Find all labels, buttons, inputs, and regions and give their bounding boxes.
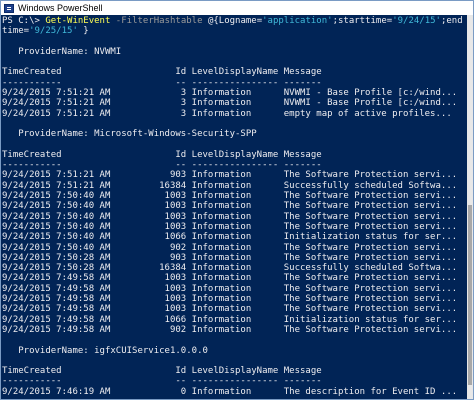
blank-line: ​ [2,140,463,150]
event-row: 9/24/2015 7:50:40 AM 1003 Information Th… [2,221,458,232]
blank-line: ​ [2,119,463,129]
event-row: 9/24/2015 7:50:40 AM 902 Information The… [2,242,458,253]
event-row: 9/24/2015 7:49:58 AM 1003 Information Th… [2,304,458,315]
event-row: 9/24/2015 7:51:21 AM 903 Information The… [2,170,458,181]
event-row: 9/24/2015 7:46:19 AM 0 Information The d… [2,386,458,397]
console-lines: PS C:\> Get-WinEvent -FilterHashtable @{… [2,16,463,397]
command-token: '9/25/15' [29,26,78,37]
provider-name: ProviderName: NVWMI [2,46,122,57]
event-row: 9/24/2015 7:49:58 AM 1066 Information In… [2,314,458,325]
event-row: 9/24/2015 7:50:28 AM 16384 Information S… [2,263,458,274]
blank-line: ​ [2,57,463,67]
command-token: } [77,26,89,37]
command-line: PS C:\> Get-WinEvent -FilterHashtable @{… [2,16,463,26]
title-bar[interactable]: Windows PowerShell [1,1,473,15]
command-token: ;end [440,16,463,26]
column-rule: ----------- -- ---------------- ------- [2,77,322,88]
event-row: 9/24/2015 7:50:40 AM 1003 Information Th… [2,191,458,202]
command-token: 'application' [262,16,333,26]
window-title: Windows PowerShell [18,3,103,13]
provider-name: ProviderName: igfxCUIService1.0.0.0 [2,345,208,356]
provider-name: ProviderName: Microsoft-Windows-Security… [2,129,257,140]
event-row: 9/24/2015 7:50:40 AM 1003 Information Th… [2,201,458,212]
blank-line: ​ [2,356,463,366]
command-token: time= [2,26,30,37]
command-token: PS C:\> [2,16,46,26]
event-row: 9/24/2015 7:50:40 AM 1003 Information Th… [2,211,458,222]
command-token: Get-WinEvent [45,16,111,26]
event-row: 9/24/2015 7:49:58 AM 1003 Information Th… [2,294,458,305]
blank-line: ​ [2,335,463,345]
command-token: @{Logname= [207,16,263,26]
column-rule: ----------- -- ---------------- ------- [2,376,322,387]
column-rule: ----------- -- ---------------- ------- [2,160,322,171]
event-row: 9/24/2015 7:50:28 AM 903 Information The… [2,252,458,263]
event-row: 9/24/2015 7:51:21 AM 3 Information NVWMI… [2,98,458,109]
event-row: 9/24/2015 7:49:58 AM 902 Information The… [2,324,458,335]
column-headers: TimeCreated Id LevelDisplayName Message [2,366,322,377]
column-headers: TimeCreated Id LevelDisplayName Message [2,67,322,78]
event-row: 9/24/2015 7:50:40 AM 1066 Information In… [2,232,458,243]
command-token: ;starttime= [332,16,393,26]
event-row: 9/24/2015 7:49:58 AM 1003 Information Th… [2,283,458,294]
event-row: 9/24/2015 7:49:58 AM 1003 Information Th… [2,273,458,284]
powershell-icon [4,3,14,13]
blank-line: ​ [2,37,463,47]
command-line-wrap: time='9/25/15' } [2,26,463,36]
command-token: -FilterHashtable [110,16,208,26]
event-row: 9/24/2015 7:51:21 AM 16384 Information S… [2,180,458,191]
console-output[interactable]: PS C:\> Get-WinEvent -FilterHashtable @{… [1,15,467,399]
scrollbar-thumb[interactable] [468,205,472,385]
command-token: '9/24/15' [392,16,441,26]
column-headers: TimeCreated Id LevelDisplayName Message [2,149,322,160]
event-row: 9/24/2015 7:51:21 AM 3 Information NVWMI… [2,88,458,99]
event-row: 9/24/2015 7:51:21 AM 3 Information empty… [2,108,452,119]
vertical-scrollbar[interactable] [467,15,473,399]
powershell-window: Windows PowerShell PS C:\> Get-WinEvent … [0,0,474,400]
